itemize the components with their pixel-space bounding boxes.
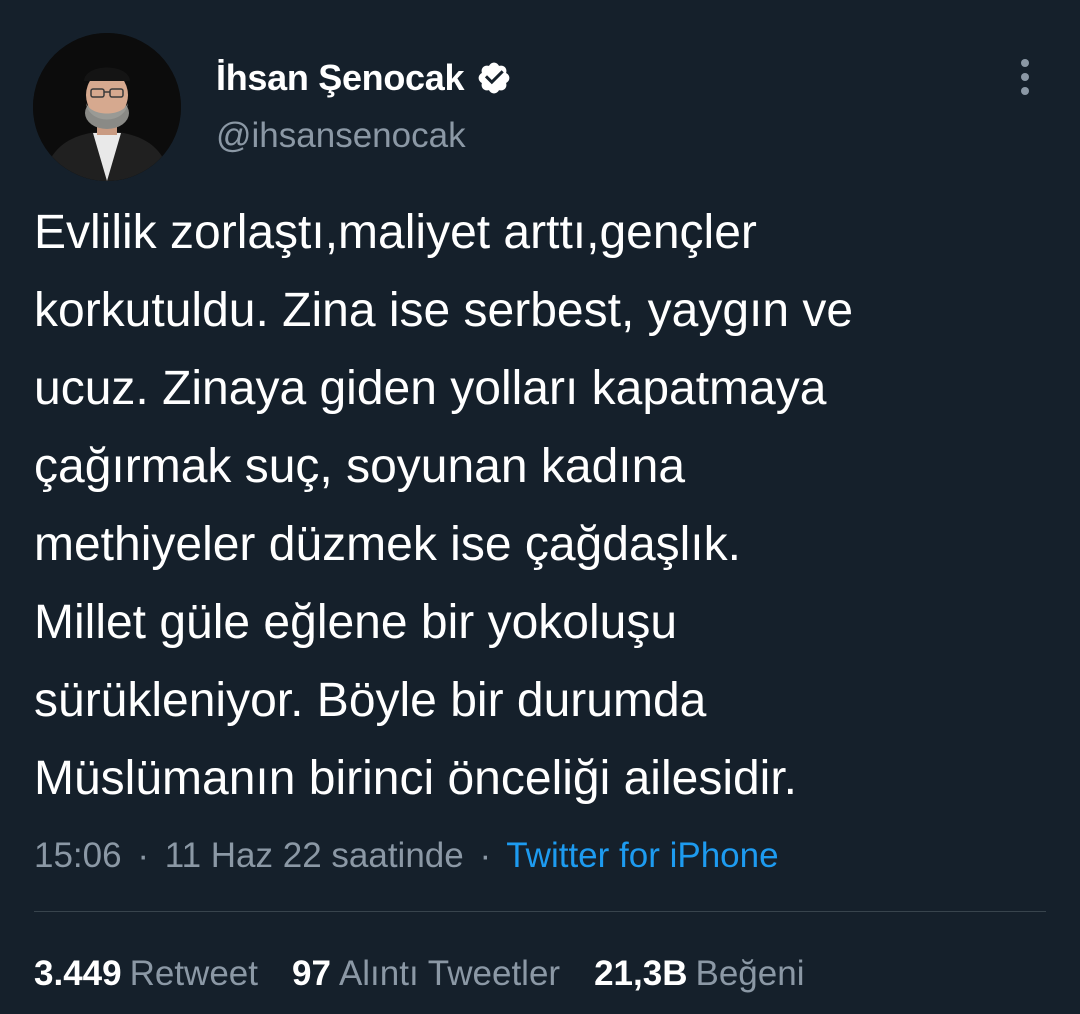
- tweet-text-line: korkutuldu. Zina ise serbest, yaygın ve: [34, 284, 854, 337]
- tweet-time[interactable]: 15:06: [34, 836, 122, 875]
- tweet-date[interactable]: 11 Haz 22 saatinde: [165, 836, 464, 875]
- display-name[interactable]: İhsan Şenocak: [216, 57, 465, 99]
- tweet-text-line: Millet güle eğlene bir yokoluşu: [34, 596, 678, 649]
- tweet-stats: 3.449 Retweet 97 Alıntı Tweetler 21,3B Beğe…: [34, 950, 838, 998]
- tweet-source-link[interactable]: Twitter for iPhone: [506, 836, 778, 875]
- meta-separator: ·: [479, 836, 492, 875]
- tweet-text-line: ucuz. Zinaya giden yolları kapatmaya: [34, 362, 827, 415]
- retweet-label: Retweet: [129, 954, 258, 993]
- quote-count: 97: [292, 954, 331, 993]
- tweet-text-line: methiyeler düzmek ise çağdaşlık.: [34, 518, 741, 571]
- like-stat[interactable]: 21,3B Beğeni: [594, 950, 804, 998]
- tweet-detail: İhsan Şenocak @ihsansenocak Evlilik zorl…: [0, 0, 1080, 1014]
- more-dot: [1021, 73, 1029, 81]
- profile-photo-icon: [33, 33, 181, 181]
- tweet-text-line: Evlilik zorlaştı,maliyet arttı,gençler: [34, 206, 757, 259]
- tweet-text: Evlilik zorlaştı,maliyet arttı,gençler k…: [34, 194, 1064, 818]
- quote-label: Alıntı Tweetler: [338, 954, 561, 993]
- tweet-text-line: çağırmak suç, soyunan kadına: [34, 440, 686, 493]
- more-dot: [1021, 59, 1029, 67]
- verified-badge-icon: [478, 62, 510, 94]
- meta-separator: ·: [137, 836, 149, 875]
- divider: [34, 911, 1046, 912]
- tweet-text-line: Müslümanın birinci önceliği ailesidir.: [34, 752, 798, 805]
- tweet-text-line: sürükleniyor. Böyle bir durumda: [34, 674, 707, 727]
- like-label: Beğeni: [695, 954, 805, 993]
- more-dot: [1021, 87, 1029, 95]
- handle[interactable]: @ihsansenocak: [216, 116, 466, 156]
- retweet-stat[interactable]: 3.449 Retweet: [34, 950, 258, 998]
- author-name-row[interactable]: İhsan Şenocak: [216, 55, 512, 101]
- quote-tweet-stat[interactable]: 97 Alıntı Tweetler: [292, 950, 560, 998]
- tweet-meta: 15:06 · 11 Haz 22 saatinde · Twitter for…: [34, 834, 779, 878]
- avatar[interactable]: [33, 33, 181, 181]
- like-count: 21,3B: [594, 954, 688, 993]
- more-vertical-icon[interactable]: [1008, 55, 1042, 99]
- retweet-count: 3.449: [34, 954, 122, 993]
